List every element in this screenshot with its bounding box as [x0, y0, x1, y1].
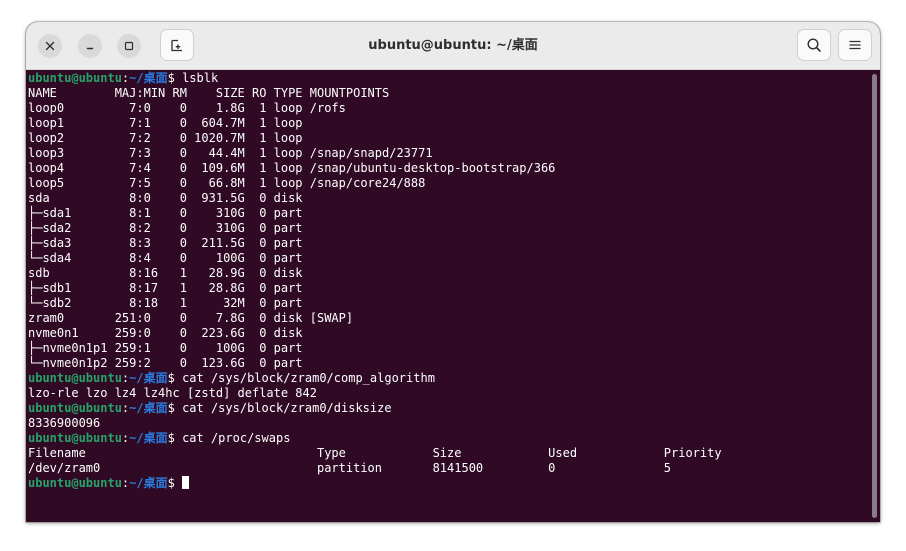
command-text: cat /sys/block/zram0/disksize [182, 401, 392, 415]
prompt-user: ubuntu@ubuntu [28, 476, 122, 490]
output-line: ├─nvme0n1p1 259:1 0 100G 0 part [28, 341, 303, 355]
maximize-button[interactable] [117, 34, 141, 58]
text-cursor [182, 476, 190, 489]
output-line: loop4 7:4 0 109.6M 1 loop /snap/ubuntu-d… [28, 161, 556, 175]
output-line: lzo-rle lzo lz4 lz4hc [zstd] deflate 842 [28, 386, 317, 400]
search-button[interactable] [797, 29, 831, 61]
prompt-path: ~/桌面 [129, 431, 168, 445]
minimize-icon [86, 47, 94, 50]
menu-button[interactable] [838, 29, 872, 61]
prompt-line: ubuntu@ubuntu:~/桌面$ lsblk [28, 71, 722, 86]
output-line: ├─sda1 8:1 0 310G 0 part [28, 206, 303, 220]
prompt-dollar: $ [167, 71, 183, 85]
terminal-window: ubuntu@ubuntu: ~/桌面 ubuntu@ubuntu:~/桌面$ … [26, 22, 880, 522]
prompt-line: ubuntu@ubuntu:~/桌面$ [28, 476, 722, 491]
scrollbar[interactable] [872, 74, 877, 518]
output-line: └─sda4 8:4 0 100G 0 part [28, 251, 303, 265]
prompt-path: ~/桌面 [129, 71, 168, 85]
command-text: lsblk [182, 71, 219, 85]
command-text: cat /proc/swaps [182, 431, 291, 445]
output-line: NAME MAJ:MIN RM SIZE RO TYPE MOUNTPOINTS [28, 86, 390, 100]
prompt-path: ~/桌面 [129, 401, 168, 415]
prompt-dollar: $ [167, 371, 183, 385]
title-bar[interactable]: ubuntu@ubuntu: ~/桌面 [26, 22, 880, 70]
prompt-path: ~/桌面 [129, 476, 168, 490]
output-line: ├─sda2 8:2 0 310G 0 part [28, 221, 303, 235]
output-line: Filename Type Size Used Priority [28, 446, 722, 460]
close-button[interactable] [38, 34, 62, 58]
command-text: cat /sys/block/zram0/comp_algorithm [182, 371, 435, 385]
output-line: sdb 8:16 1 28.9G 0 disk [28, 266, 303, 280]
prompt-dollar: $ [167, 401, 183, 415]
prompt-dollar: $ [167, 431, 183, 445]
hamburger-menu-icon [849, 40, 861, 50]
terminal-content[interactable]: ubuntu@ubuntu:~/桌面$ lsblk NAME MAJ:MIN RM… [26, 70, 880, 522]
window-title: ubuntu@ubuntu: ~/桌面 [368, 38, 538, 53]
prompt-user: ubuntu@ubuntu [28, 401, 122, 415]
output-line: nvme0n1 259:0 0 223.6G 0 disk [28, 326, 303, 340]
prompt-user: ubuntu@ubuntu [28, 71, 122, 85]
output-line: sda 8:0 0 931.5G 0 disk [28, 191, 303, 205]
output-line: ├─sda3 8:3 0 211.5G 0 part [28, 236, 303, 250]
output-line: └─nvme0n1p2 259:2 0 123.6G 0 part [28, 356, 303, 370]
close-icon [45, 41, 55, 51]
output-line: zram0 251:0 0 7.8G 0 disk [SWAP] [28, 311, 354, 325]
output-line: /dev/zram0 partition 8141500 0 5 [28, 461, 671, 475]
output-line: └─sdb2 8:18 1 32M 0 part [28, 296, 303, 310]
prompt-path: ~/桌面 [129, 371, 168, 385]
minimize-button[interactable] [78, 34, 102, 58]
prompt-user: ubuntu@ubuntu [28, 371, 122, 385]
maximize-icon [124, 41, 134, 51]
search-icon [807, 38, 821, 52]
output-line: ├─sdb1 8:17 1 28.8G 0 part [28, 281, 303, 295]
prompt-line: ubuntu@ubuntu:~/桌面$ cat /proc/swaps [28, 431, 722, 446]
new-tab-button[interactable] [160, 29, 194, 61]
output-line: loop5 7:5 0 66.8M 1 loop /snap/core24/88… [28, 176, 426, 190]
terminal-output: ubuntu@ubuntu:~/桌面$ lsblk NAME MAJ:MIN RM… [28, 71, 722, 491]
output-line: 8336900096 [28, 416, 101, 430]
prompt-line: ubuntu@ubuntu:~/桌面$ cat /sys/block/zram0… [28, 401, 722, 416]
prompt-user: ubuntu@ubuntu [28, 431, 122, 445]
prompt-line: ubuntu@ubuntu:~/桌面$ cat /sys/block/zram0… [28, 371, 722, 386]
prompt-dollar: $ [167, 476, 183, 490]
output-line: loop1 7:1 0 604.7M 1 loop [28, 116, 303, 130]
new-tab-icon [171, 39, 182, 52]
output-line: loop2 7:2 0 1020.7M 1 loop [28, 131, 303, 145]
output-line: loop0 7:0 0 1.8G 1 loop /rofs [28, 101, 346, 115]
output-line: loop3 7:3 0 44.4M 1 loop /snap/snapd/237… [28, 146, 433, 160]
